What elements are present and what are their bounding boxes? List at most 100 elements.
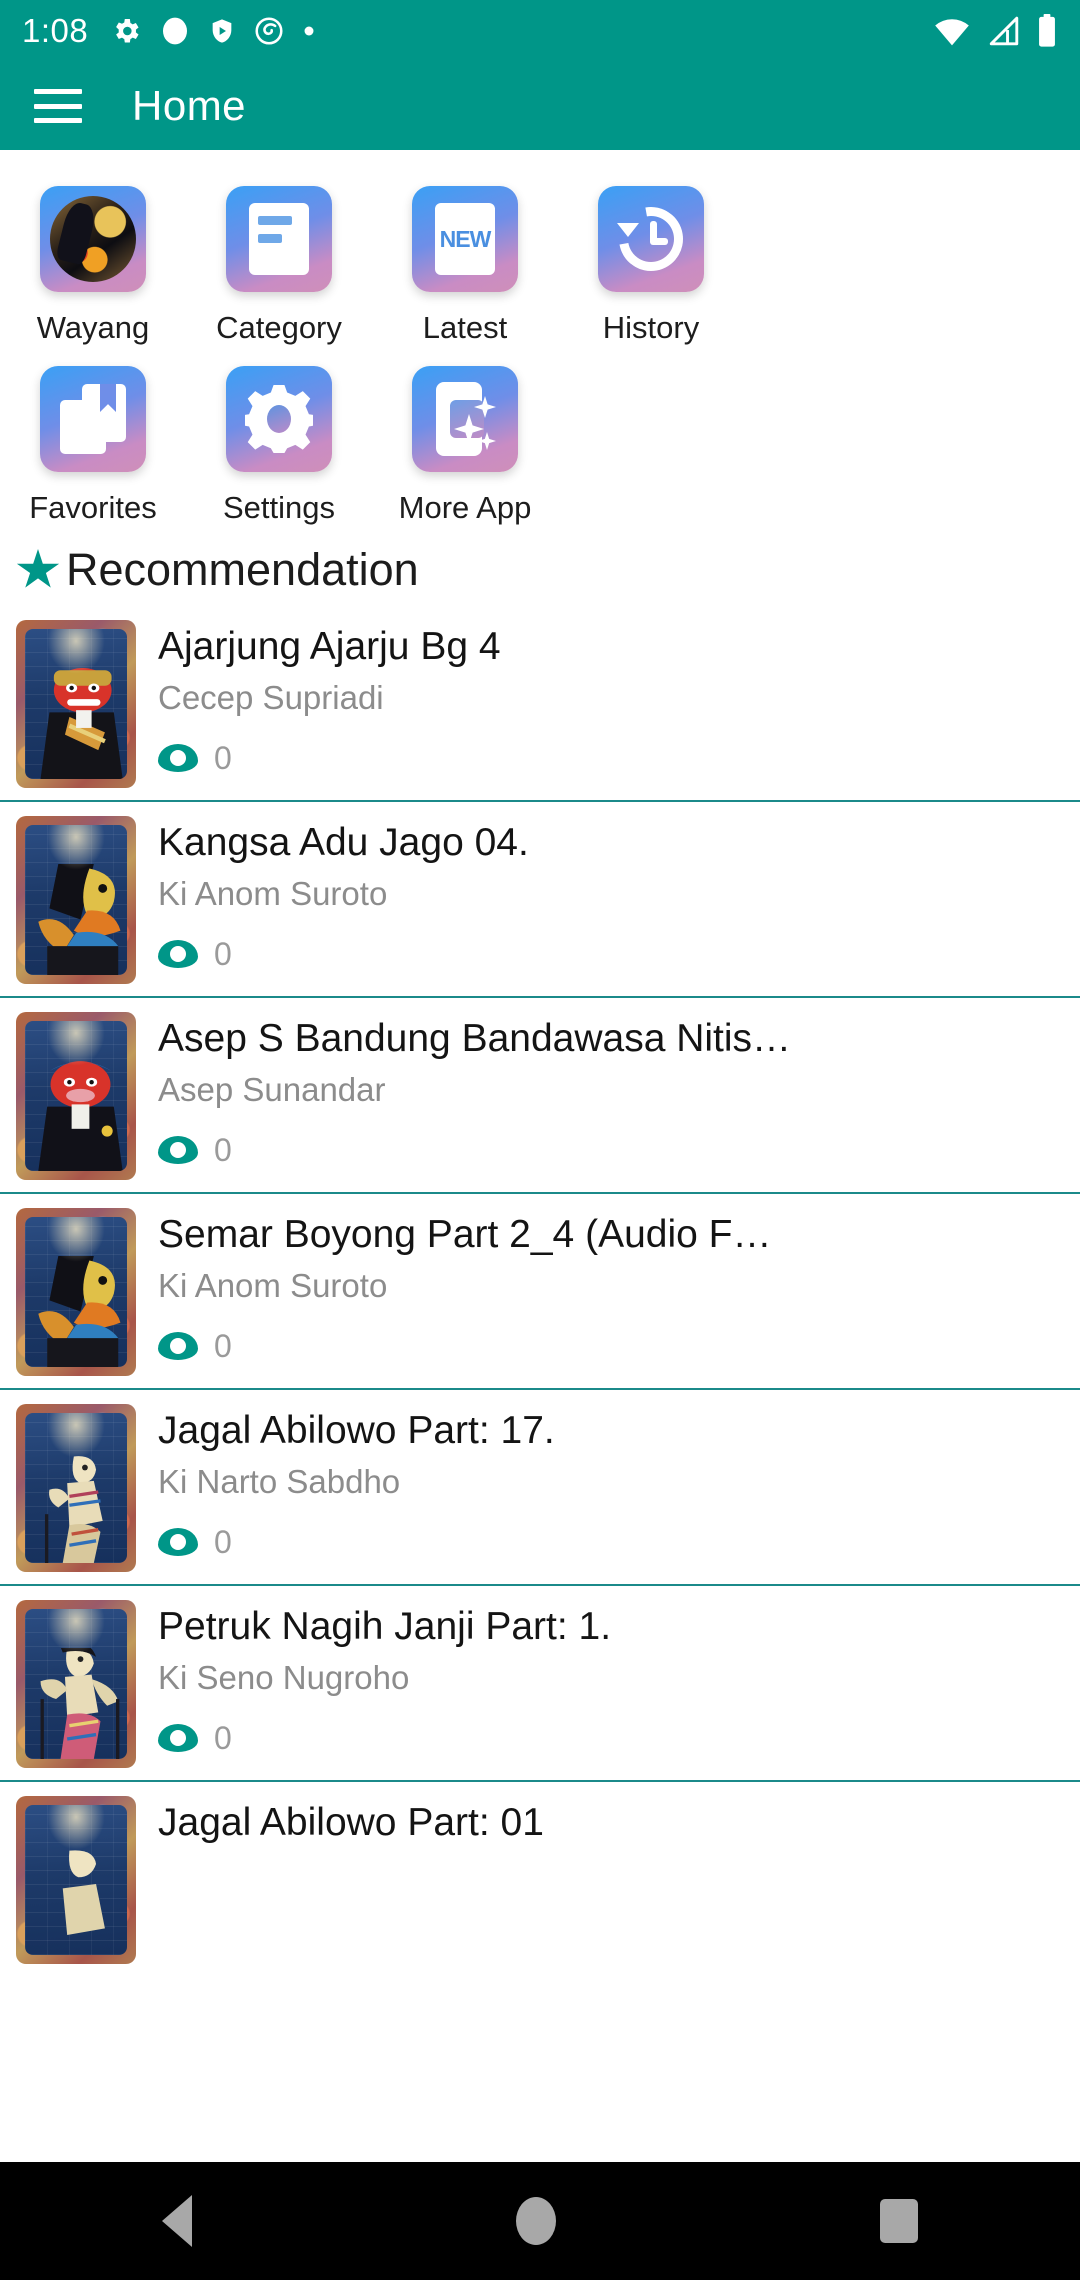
grid-item-more-app[interactable]: More App xyxy=(372,346,558,526)
section-title: Recommendation xyxy=(66,544,419,595)
list-item[interactable]: Asep S Bandung Bandawasa Nitis… Asep Sun… xyxy=(0,998,1080,1194)
eye-icon xyxy=(158,1136,198,1165)
hamburger-line xyxy=(34,103,82,109)
list-item[interactable]: Petruk Nagih Janji Part: 1. Ki Seno Nugr… xyxy=(0,1586,1080,1782)
list-item[interactable]: Kangsa Adu Jago 04. Ki Anom Suroto 0 xyxy=(0,802,1080,998)
eye-icon xyxy=(158,940,198,969)
list-item-title: Kangsa Adu Jago 04. xyxy=(158,821,529,864)
list-item-meta: 0 xyxy=(158,1720,1064,1757)
list-item[interactable]: Ajarjung Ajarju Bg 4 Cecep Supriadi 0 xyxy=(0,606,1080,802)
phone-screen: 1:08 Home Wayang Category NEW Latest His… xyxy=(0,0,1080,2280)
list-item-meta: 0 xyxy=(158,1524,1064,1561)
shield-play-icon xyxy=(212,19,232,43)
status-bar-system-icons xyxy=(932,14,1058,48)
list-item-author: Asep Sunandar xyxy=(158,1071,386,1109)
category-card-icon xyxy=(226,186,332,292)
list-item-title: Jagal Abilowo Part: 17. xyxy=(158,1409,555,1452)
list-item-author: Ki Anom Suroto xyxy=(158,1267,388,1305)
cellular-signal-icon xyxy=(989,16,1019,46)
list-item-body: Petruk Nagih Janji Part: 1. Ki Seno Nugr… xyxy=(136,1600,1064,1757)
list-item-views: 0 xyxy=(214,935,232,972)
hamburger-menu-icon[interactable] xyxy=(34,89,82,123)
home-circle-icon[interactable] xyxy=(516,2197,556,2245)
list-item-author: Ki Seno Nugroho xyxy=(158,1659,410,1697)
grid-item-latest[interactable]: NEW Latest xyxy=(372,166,558,346)
grid-item-label: Wayang xyxy=(36,310,150,345)
list-item-author: Cecep Supriadi xyxy=(158,679,384,717)
status-bar-notification-icons xyxy=(110,15,316,47)
android-navigation-bar xyxy=(0,2162,1080,2280)
wifi-icon xyxy=(935,19,969,46)
list-item-meta: 0 xyxy=(158,1328,1064,1365)
list-item-views: 0 xyxy=(214,1719,232,1756)
list-item-body: Asep S Bandung Bandawasa Nitis… Asep Sun… xyxy=(136,1012,1064,1169)
grid-menu: Wayang Category NEW Latest History Favor… xyxy=(0,150,1080,530)
grid-item-label: Latest xyxy=(422,310,508,345)
list-item-views: 0 xyxy=(214,1327,232,1364)
history-clock-icon xyxy=(598,186,704,292)
content-scroll-area[interactable]: Wayang Category NEW Latest History Favor… xyxy=(0,150,1080,2162)
list-item-title: Asep S Bandung Bandawasa Nitis… xyxy=(158,1017,792,1060)
list-item[interactable]: Jagal Abilowo Part: 17. Ki Narto Sabdho … xyxy=(0,1390,1080,1586)
eye-icon xyxy=(158,1724,198,1753)
eye-icon xyxy=(158,744,198,773)
list-item-title: Petruk Nagih Janji Part: 1. xyxy=(158,1605,612,1648)
new-badge-icon: NEW xyxy=(412,186,518,292)
thumbnail-image xyxy=(16,816,136,984)
list-item-meta: 0 xyxy=(158,740,1064,777)
list-item-views: 0 xyxy=(214,1523,232,1560)
star-icon xyxy=(16,549,60,588)
app-bar: Home xyxy=(0,62,1080,150)
gear-icon xyxy=(116,19,139,43)
list-item-title: Semar Boyong Part 2_4 (Audio F… xyxy=(158,1213,772,1256)
eye-icon xyxy=(158,1332,198,1361)
thumbnail-image xyxy=(16,1796,136,1964)
thumbnail-image xyxy=(16,1012,136,1180)
list-item-body: Ajarjung Ajarju Bg 4 Cecep Supriadi 0 xyxy=(136,620,1064,777)
grid-item-wayang[interactable]: Wayang xyxy=(0,166,186,346)
list-item-views: 0 xyxy=(214,1131,232,1168)
list-item-body: Jagal Abilowo Part: 17. Ki Narto Sabdho … xyxy=(136,1404,1064,1561)
wayang-art-icon xyxy=(40,186,146,292)
list-item-author: Ki Anom Suroto xyxy=(158,875,388,913)
list-item-body: Semar Boyong Part 2_4 (Audio F… Ki Anom … xyxy=(136,1208,1064,1365)
list-item-body: Kangsa Adu Jago 04. Ki Anom Suroto 0 xyxy=(136,816,1064,973)
list-item-views: 0 xyxy=(214,739,232,776)
recommendation-list: Ajarjung Ajarju Bg 4 Cecep Supriadi 0 Ka… xyxy=(0,606,1080,1976)
dot-icon xyxy=(304,26,314,36)
status-bar: 1:08 xyxy=(0,0,1080,62)
grid-item-label: History xyxy=(602,310,700,345)
grid-item-favorites[interactable]: Favorites xyxy=(0,346,186,526)
grid-menu-row-2: Favorites Settings More App xyxy=(0,346,1080,526)
list-item[interactable]: Jagal Abilowo Part: 01 xyxy=(0,1782,1080,1976)
list-item-title: Jagal Abilowo Part: 01 xyxy=(158,1801,544,1844)
list-item-body: Jagal Abilowo Part: 01 xyxy=(136,1796,1064,1854)
list-item-meta: 0 xyxy=(158,936,1064,973)
list-item-meta: 0 xyxy=(158,1132,1064,1169)
list-item-author: Ki Narto Sabdho xyxy=(158,1463,401,1501)
grid-item-label: More App xyxy=(398,490,532,525)
battery-icon xyxy=(1039,14,1055,47)
grid-item-label: Favorites xyxy=(29,490,157,525)
spiral-icon xyxy=(255,17,283,45)
grid-item-history[interactable]: History xyxy=(558,166,744,346)
bookmark-books-icon xyxy=(40,366,146,472)
hamburger-line xyxy=(34,118,82,123)
gear-icon xyxy=(226,366,332,472)
recents-square-icon[interactable] xyxy=(880,2199,918,2243)
hamburger-line xyxy=(34,89,82,94)
thumbnail-image xyxy=(16,1600,136,1768)
more-app-sparkle-icon xyxy=(412,366,518,472)
status-bar-clock: 1:08 xyxy=(22,12,89,49)
grid-item-category[interactable]: Category xyxy=(186,166,372,346)
grid-item-label: Category xyxy=(216,310,342,345)
grid-menu-row-1: Wayang Category NEW Latest History xyxy=(0,166,1080,346)
back-triangle-icon[interactable] xyxy=(162,2195,192,2247)
list-item-title: Ajarjung Ajarju Bg 4 xyxy=(158,625,501,668)
recommendation-header: Recommendation xyxy=(0,530,1080,606)
grid-item-label: Settings xyxy=(222,490,335,525)
grid-item-settings[interactable]: Settings xyxy=(186,346,372,526)
list-item[interactable]: Semar Boyong Part 2_4 (Audio F… Ki Anom … xyxy=(0,1194,1080,1390)
thumbnail-image xyxy=(16,620,136,788)
thumbnail-image xyxy=(16,1404,136,1572)
